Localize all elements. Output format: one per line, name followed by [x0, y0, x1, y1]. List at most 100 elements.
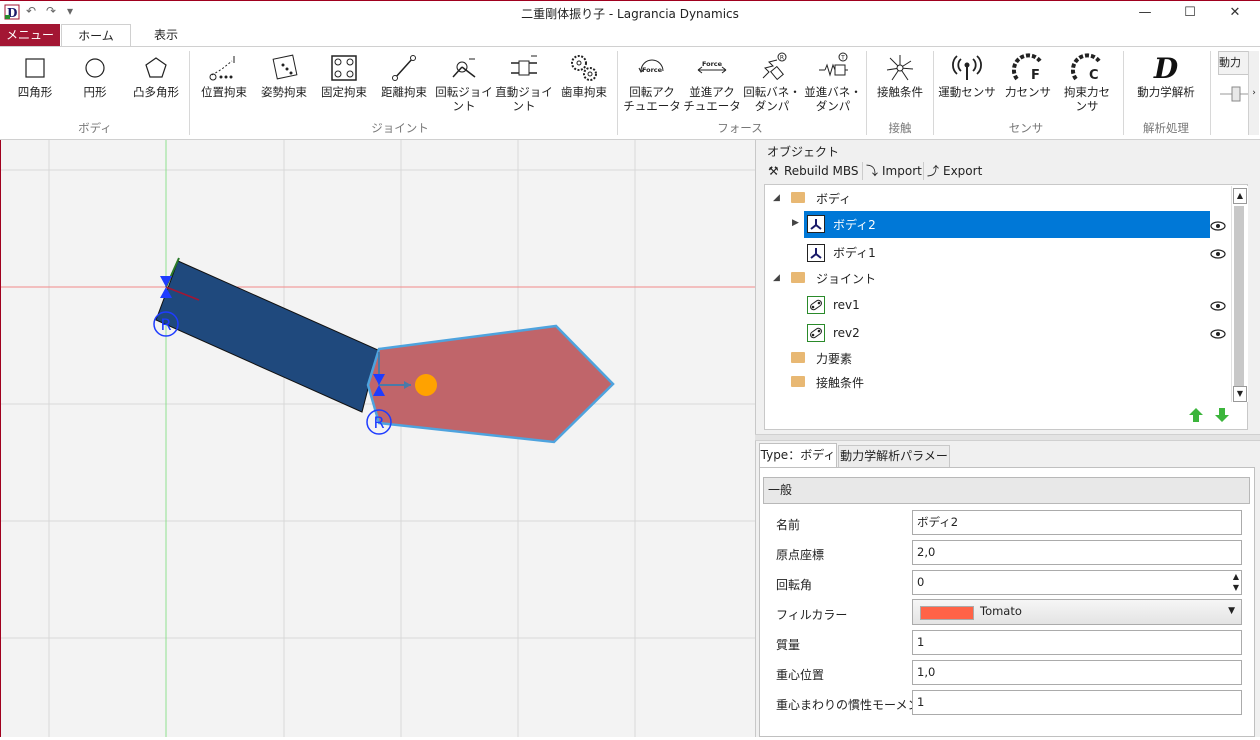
simulation-canvas[interactable]: R R: [0, 140, 756, 737]
prismatic-joint-label-2: ント: [512, 99, 536, 113]
prop-tab-type-label: Type：ボディ: [760, 448, 836, 462]
polygon-button[interactable]: 凸多角形: [128, 51, 184, 99]
linear-actuator-button[interactable]: Force 並進アク チュエータ: [682, 51, 742, 113]
attitude-constraint-icon: [255, 51, 313, 85]
fill-color-select[interactable]: Tomato ▼: [912, 599, 1242, 625]
distance-constraint-button[interactable]: 距離拘束: [375, 51, 433, 99]
tree-item-body2[interactable]: ボディ2: [833, 214, 876, 236]
contact-group-label: 接触: [888, 121, 912, 135]
origin-field[interactable]: 2,0: [912, 540, 1242, 565]
speed-slider[interactable]: [1220, 85, 1248, 103]
tree-scrollbar[interactable]: ▲ ▼: [1231, 186, 1248, 402]
mass-field[interactable]: 1: [912, 630, 1242, 655]
grid: [1, 140, 756, 737]
dynamics-d-icon: D: [1130, 51, 1202, 85]
constraint-sensor-letter: C: [1089, 68, 1099, 83]
rotary-spring-damper-button[interactable]: R 回転バネ・ ダンパ: [742, 51, 802, 113]
attitude-constraint-button[interactable]: 姿勢拘束: [255, 51, 313, 99]
tab-view[interactable]: 表示: [134, 24, 198, 46]
rotation-field[interactable]: 0 ▲ ▼: [912, 570, 1242, 595]
position-constraint-label: 位置拘束: [201, 85, 247, 99]
dynamics-d-letter: D: [1153, 52, 1179, 84]
tree-item-body1[interactable]: ボディ1: [833, 242, 876, 264]
inertia-field[interactable]: 1: [912, 690, 1242, 715]
joint1-label: R: [160, 315, 171, 334]
linear-actuator-label-2: チュエータ: [683, 99, 741, 113]
motion-sensor-button[interactable]: 運動センサ: [936, 51, 998, 99]
fill-color-label: フィルカラー: [776, 608, 848, 622]
linear-spring-damper-button[interactable]: T 並進バネ・ ダンパ: [803, 51, 863, 113]
force-sensor-letter: F: [1031, 68, 1040, 83]
tab-menu[interactable]: メニュー: [0, 24, 60, 46]
eye-icon[interactable]: [1210, 328, 1226, 339]
rotary-actuator-icon: Force: [622, 51, 682, 85]
antenna-icon: [936, 51, 998, 85]
tree-item-rev2[interactable]: rev2: [833, 322, 860, 344]
ribbon-tab-row: メニュー ホーム 表示: [0, 24, 1260, 47]
tab-home[interactable]: ホーム: [61, 24, 131, 47]
section-general-label: 一般: [768, 483, 793, 497]
contact-condition-button[interactable]: 接触条件: [870, 51, 930, 99]
cog-field[interactable]: 1,0: [912, 660, 1242, 685]
rotary-actuator-label-1: 回転アク: [629, 85, 675, 99]
rotary-spring-icon: R: [742, 51, 802, 85]
contact-icon: [870, 51, 930, 85]
tree-body-folder[interactable]: ボディ: [816, 188, 851, 210]
tree-item-rev1[interactable]: rev1: [833, 294, 860, 316]
eye-icon[interactable]: [1210, 300, 1226, 311]
scroll-thumb[interactable]: [1234, 206, 1244, 386]
panel-splitter[interactable]: [755, 434, 1260, 441]
close-button[interactable]: ✕: [1212, 1, 1258, 25]
circle-label: 円形: [83, 85, 107, 99]
maximize-button[interactable]: ☐: [1167, 1, 1213, 25]
export-button[interactable]: ⤴ Export: [923, 162, 982, 180]
expand-body2-icon[interactable]: ▶: [792, 218, 799, 228]
partial-dynamics-button[interactable]: 動力: [1218, 51, 1250, 75]
title-bar: D ↶ ↷ ▾ 二重剛体振り子 - Lagrancia Dynamics — ☐…: [0, 0, 1260, 24]
circle-icon: [70, 51, 120, 85]
move-down-icon[interactable]: [1213, 406, 1231, 424]
rotary-actuator-button[interactable]: Force 回転アク チュエータ: [622, 51, 682, 113]
constraint-force-sensor-button[interactable]: C 拘束力セ ンサ: [1058, 51, 1116, 113]
ribbon-separator: [1123, 51, 1124, 135]
ribbon-separator: [933, 51, 934, 135]
gear-constraint-button[interactable]: 歯車拘束: [555, 51, 613, 99]
tree-contact-folder[interactable]: 接触条件: [816, 372, 864, 394]
joint-group-label: ジョイント: [371, 121, 429, 135]
body1-shape[interactable]: [155, 260, 379, 413]
tree-joint-folder[interactable]: ジョイント: [816, 268, 876, 290]
eye-icon[interactable]: [1210, 248, 1226, 259]
fixed-constraint-button[interactable]: 固定拘束: [315, 51, 373, 99]
minimize-button[interactable]: —: [1122, 1, 1168, 25]
force-group-label: フォース: [717, 121, 763, 135]
rectangle-button[interactable]: 四角形: [10, 51, 60, 99]
rotation-spin-up-icon[interactable]: ▲: [1233, 572, 1239, 582]
expand-joint-folder-icon[interactable]: ◢: [773, 273, 780, 283]
dynamics-analysis-button[interactable]: D 動力学解析: [1130, 51, 1202, 99]
circle-button[interactable]: 円形: [70, 51, 120, 99]
section-general[interactable]: 一般: [763, 477, 1250, 504]
rotation-spin-down-icon[interactable]: ▼: [1233, 583, 1239, 593]
scroll-up-icon[interactable]: ▲: [1233, 188, 1247, 204]
center-of-mass-marker: [415, 374, 437, 396]
motion-sensor-label: 運動センサ: [938, 85, 996, 99]
scroll-down-icon[interactable]: ▼: [1233, 386, 1247, 402]
expand-body-folder-icon[interactable]: ◢: [773, 193, 780, 203]
rotary-spring-label-1: 回転バネ・: [743, 85, 801, 99]
position-constraint-icon: [195, 51, 253, 85]
rebuild-mbs-button[interactable]: ⚒ Rebuild MBS: [768, 162, 859, 180]
move-up-icon[interactable]: [1187, 406, 1205, 424]
force-sensor-button[interactable]: F 力センサ: [1000, 51, 1056, 99]
eye-icon[interactable]: [1210, 220, 1226, 231]
prismatic-joint-button[interactable]: 直動ジョイ ント: [494, 51, 554, 113]
window-title: 二重剛体振り子 - Lagrancia Dynamics: [521, 7, 739, 21]
tree-force-folder[interactable]: 力要素: [816, 348, 852, 370]
name-field[interactable]: ボディ2: [912, 510, 1242, 535]
import-button[interactable]: ⤵ Import: [862, 162, 922, 180]
prop-tab-params[interactable]: 動力学解析パラメータ: [838, 445, 950, 483]
prop-tab-type[interactable]: Type：ボディ: [759, 443, 837, 467]
revolute-joint-icon: [434, 51, 494, 85]
position-constraint-button[interactable]: 位置拘束: [195, 51, 253, 99]
revolute-joint-button[interactable]: 回転ジョイ ント: [434, 51, 494, 113]
ribbon-scroll-right-icon[interactable]: ›: [1248, 51, 1259, 135]
